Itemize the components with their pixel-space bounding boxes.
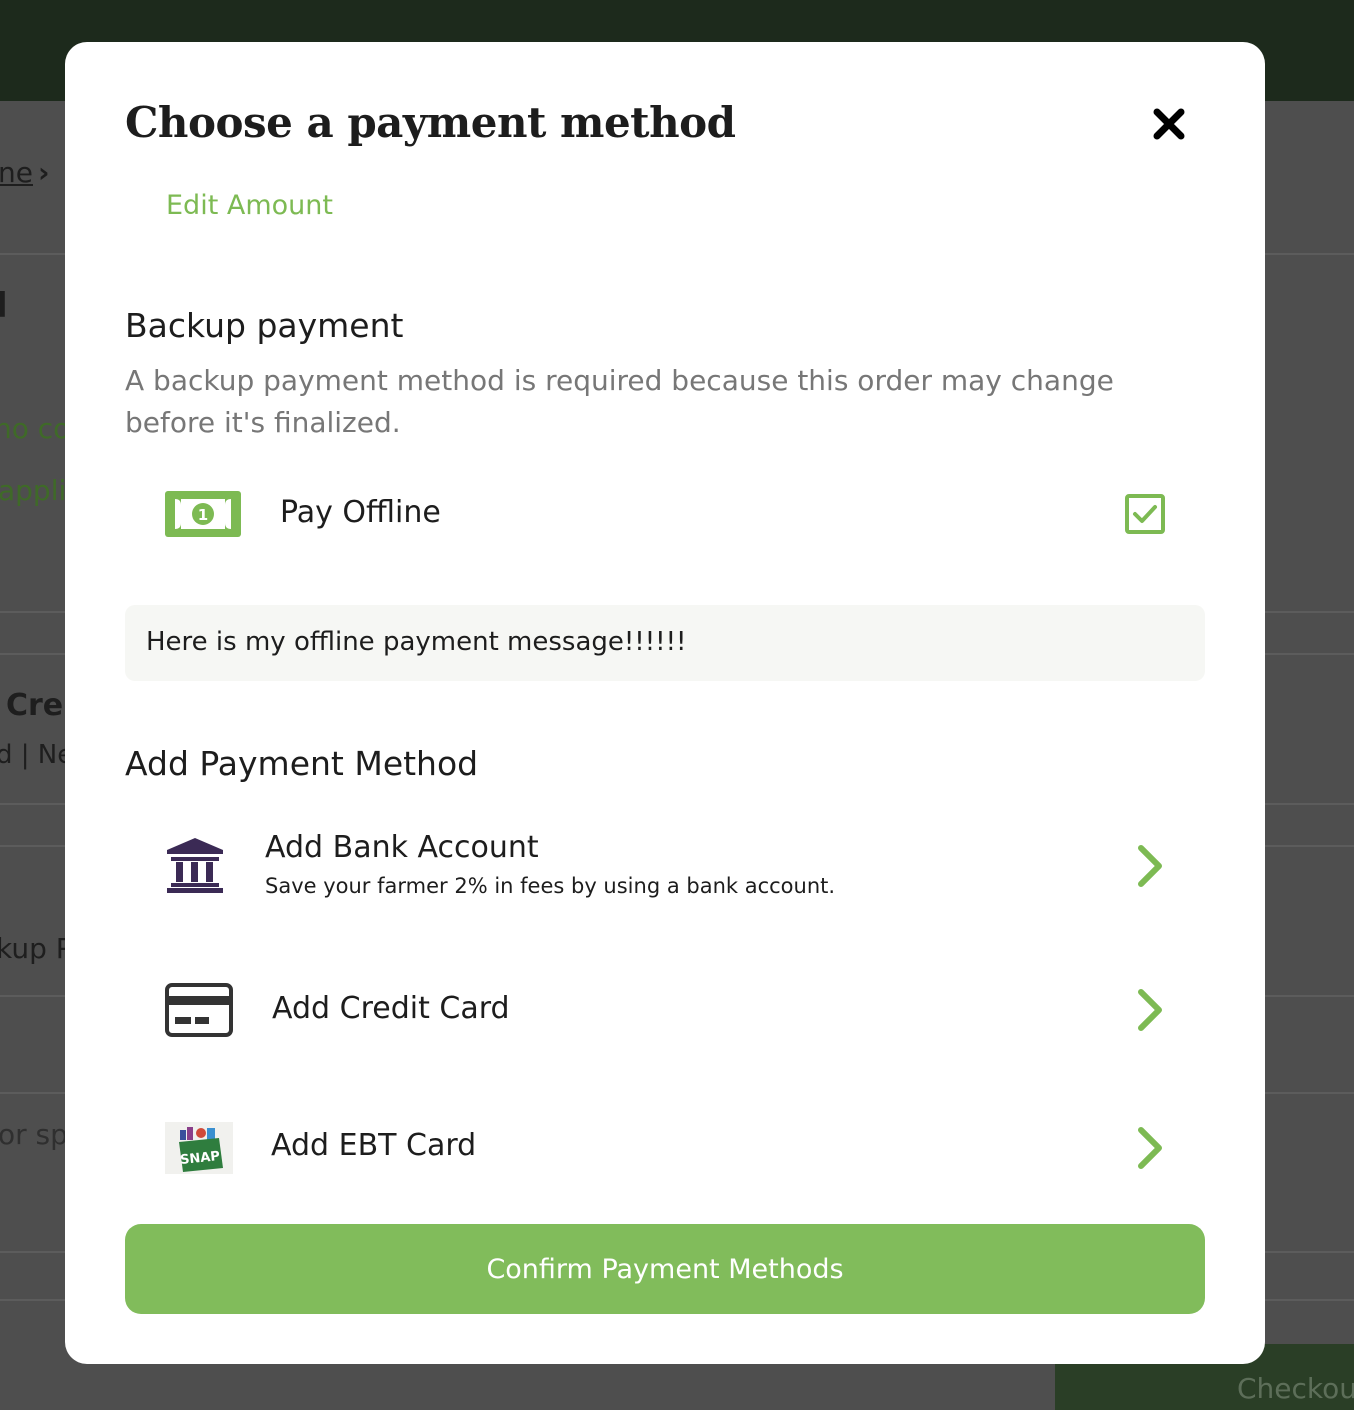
- add-payment-method-heading: Add Payment Method: [125, 744, 479, 783]
- close-icon[interactable]: [1151, 106, 1187, 142]
- add-ebt-card-option[interactable]: SNAP Add EBT Card: [125, 1118, 1205, 1178]
- background-notes-placeholder: or sp: [0, 1118, 68, 1151]
- bank-icon: [165, 838, 225, 899]
- background-breadcrumb-chevron-icon: ›: [38, 156, 50, 189]
- edit-amount-link[interactable]: Edit Amount: [166, 190, 333, 221]
- confirm-payment-methods-label: Confirm Payment Methods: [486, 1253, 844, 1285]
- offline-payment-message-text: Here is my offline payment message!!!!!!: [146, 627, 687, 657]
- backup-payment-description: A backup payment method is required beca…: [125, 364, 1114, 439]
- add-credit-card-label: Add Credit Card: [272, 991, 510, 1026]
- offline-payment-message: Here is my offline payment message!!!!!!: [125, 605, 1205, 681]
- pay-offline-option[interactable]: 1 Pay Offline: [125, 472, 1205, 556]
- background-promo-link: no co: [0, 412, 71, 445]
- pay-offline-checkbox[interactable]: [1125, 494, 1165, 539]
- chevron-right-icon: [1135, 844, 1165, 893]
- background-card-subtitle: d | Ne: [0, 740, 74, 770]
- cash-icon: 1: [165, 491, 241, 542]
- chevron-right-icon: [1135, 988, 1165, 1037]
- background-applied-text: appli: [0, 474, 67, 507]
- backup-payment-heading: Backup payment: [125, 306, 404, 345]
- background-heading: l: [0, 286, 8, 326]
- chevron-right-icon: [1135, 1126, 1165, 1175]
- snap-icon: SNAP: [165, 1122, 233, 1179]
- background-checkout-label: Checkou: [1237, 1372, 1354, 1405]
- background-breadcrumb: ne: [0, 156, 33, 189]
- add-bank-account-label: Add Bank Account: [265, 830, 539, 865]
- modal-title: Choose a payment method: [125, 98, 736, 147]
- add-bank-account-sublabel: Save your farmer 2% in fees by using a b…: [265, 874, 836, 898]
- background-card-title: Cre: [6, 688, 64, 723]
- pay-offline-label: Pay Offline: [280, 495, 441, 530]
- credit-card-icon: [165, 983, 233, 1042]
- confirm-payment-methods-button[interactable]: Confirm Payment Methods: [125, 1224, 1205, 1314]
- add-bank-account-option[interactable]: Add Bank Account Save your farmer 2% in …: [125, 826, 1205, 916]
- svg-text:1: 1: [198, 506, 208, 524]
- add-ebt-card-label: Add EBT Card: [271, 1128, 477, 1163]
- add-credit-card-option[interactable]: Add Credit Card: [125, 978, 1205, 1042]
- payment-method-modal: Choose a payment method Edit Amount Back…: [65, 42, 1265, 1364]
- background-backup-label: kup P: [0, 932, 73, 965]
